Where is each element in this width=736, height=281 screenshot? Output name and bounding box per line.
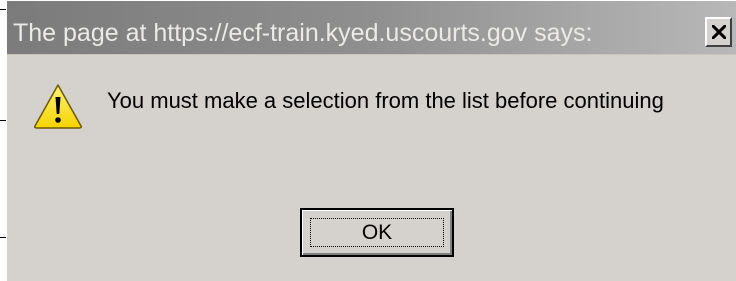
dialog-message: You must make a selection from the list … (107, 88, 664, 113)
ok-button-label: OK (361, 220, 393, 244)
ok-button[interactable]: OK (300, 208, 454, 257)
close-button[interactable] (705, 17, 732, 47)
warning-icon (34, 84, 82, 129)
alert-dialog: The page at https://ecf-train.kyed.uscou… (6, 0, 736, 281)
dialog-title: The page at https://ecf-train.kyed.uscou… (13, 19, 593, 47)
close-icon (711, 25, 726, 39)
dialog-titlebar[interactable]: The page at https://ecf-train.kyed.uscou… (7, 1, 736, 55)
